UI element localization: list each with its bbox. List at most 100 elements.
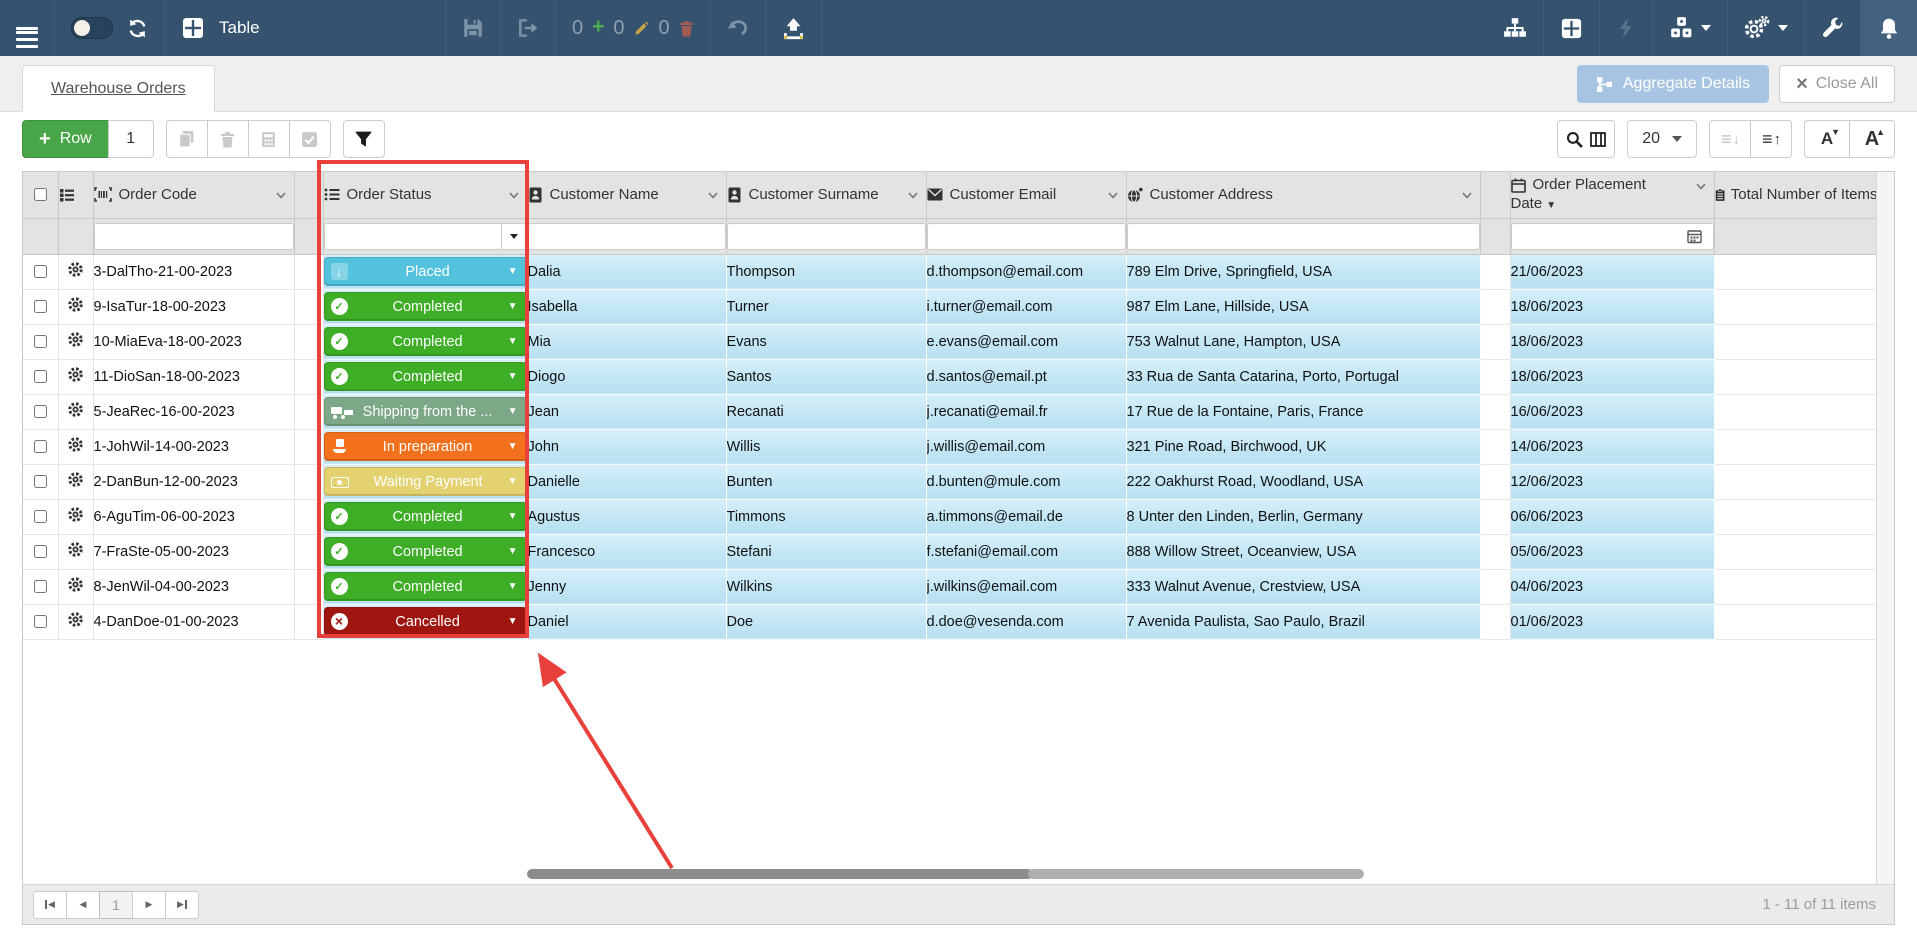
row-settings-gear-icon[interactable] — [67, 436, 84, 453]
current-page-button[interactable]: 1 — [99, 891, 133, 919]
chevron-down-icon[interactable] — [1694, 179, 1708, 193]
status-button[interactable]: Completed ▼ — [324, 537, 527, 566]
refresh-icon[interactable] — [127, 18, 148, 39]
status-button[interactable]: In preparation ▼ — [324, 432, 527, 461]
delete-rows-button[interactable] — [207, 120, 249, 158]
chevron-down-icon[interactable] — [1460, 188, 1474, 202]
chevron-down-icon[interactable] — [906, 188, 920, 202]
status-button[interactable]: Completed ▼ — [324, 502, 527, 531]
select-all-button[interactable] — [289, 120, 331, 158]
select-all-checkbox[interactable] — [34, 188, 47, 201]
filter-status-dropdown-button[interactable] — [502, 223, 527, 250]
search-columns-button[interactable] — [1557, 120, 1615, 158]
row-checkbox[interactable] — [34, 475, 47, 488]
filter-customer-surname-input[interactable] — [727, 223, 926, 250]
row-settings-gear-icon[interactable] — [67, 261, 84, 278]
column-header-total-items[interactable]: Total Number of Items — [1714, 172, 1878, 218]
wrench-icon[interactable] — [1805, 0, 1860, 56]
column-header-customer-surname[interactable]: Customer Surname — [726, 172, 926, 218]
first-page-button[interactable]: ◀ — [33, 891, 67, 919]
mode-toggle-switch[interactable] — [71, 17, 113, 39]
previous-page-button[interactable]: ◀ — [66, 891, 100, 919]
settings-gears-menu[interactable] — [1728, 0, 1804, 56]
row-settings-gear-icon[interactable] — [67, 366, 84, 383]
row-checkbox[interactable] — [34, 300, 47, 313]
export-icon[interactable] — [501, 0, 555, 56]
status-button[interactable]: Placed ▼ — [324, 257, 527, 286]
page-size-select[interactable]: 20 — [1627, 120, 1697, 158]
chevron-down-icon[interactable] — [706, 188, 720, 202]
row-settings-gear-icon[interactable] — [67, 331, 84, 348]
row-checkbox[interactable] — [34, 370, 47, 383]
order-date-cell: 05/06/2023 — [1510, 534, 1714, 569]
row-settings-gear-icon[interactable] — [67, 506, 84, 523]
status-button[interactable]: Completed ▼ — [324, 327, 527, 356]
tables-icon[interactable] — [1544, 0, 1599, 56]
row-checkbox[interactable] — [34, 545, 47, 558]
last-page-button[interactable]: ▶ — [165, 891, 199, 919]
row-settings-gear-icon[interactable] — [67, 611, 84, 628]
filter-order-status-input[interactable] — [324, 223, 503, 250]
notifications-bell-icon[interactable] — [1861, 0, 1917, 56]
lightning-icon[interactable] — [1600, 0, 1652, 56]
row-settings-gear-icon[interactable] — [67, 401, 84, 418]
filter-button[interactable] — [343, 120, 385, 158]
row-checkbox[interactable] — [34, 405, 47, 418]
column-header-customer-email[interactable]: Customer Email — [926, 172, 1126, 218]
row-settings-gear-icon[interactable] — [67, 296, 84, 313]
sort-ascending-button[interactable]: ≡↑ — [1750, 120, 1792, 158]
filter-date-input[interactable] — [1511, 223, 1714, 250]
status-button[interactable]: Waiting Payment ▼ — [324, 467, 527, 496]
close-all-button[interactable]: × Close All — [1779, 65, 1895, 103]
filter-customer-name-input[interactable] — [528, 223, 726, 250]
modules-dice-menu[interactable] — [1653, 0, 1727, 56]
table-tab[interactable]: Table — [165, 0, 445, 56]
font-larger-button[interactable]: A▲ — [1849, 120, 1895, 158]
column-header-order-placement-date[interactable]: Order Placement Date▼ — [1510, 172, 1714, 218]
row-checkbox[interactable] — [34, 510, 47, 523]
row-checkbox[interactable] — [34, 615, 47, 628]
status-button[interactable]: Shipping from the ... ▼ — [324, 397, 527, 426]
calculator-button[interactable] — [248, 120, 290, 158]
row-settings-gear-icon[interactable] — [67, 576, 84, 593]
upload-icon[interactable] — [766, 0, 821, 56]
menu-hamburger-icon[interactable] — [0, 0, 54, 56]
horizontal-scrollbar-thumb[interactable] — [527, 869, 1033, 879]
select-all-header[interactable] — [23, 172, 58, 218]
tab-warehouse-orders[interactable]: Warehouse Orders — [22, 65, 215, 112]
status-button[interactable]: Completed ▼ — [324, 362, 527, 391]
row-checkbox[interactable] — [34, 580, 47, 593]
filter-customer-email-input[interactable] — [927, 223, 1126, 250]
row-checkbox[interactable] — [34, 265, 47, 278]
add-row-count[interactable]: 1 — [108, 120, 154, 158]
filter-order-code-input[interactable] — [94, 223, 294, 250]
aggregate-details-button[interactable]: Aggregate Details — [1577, 65, 1769, 103]
status-button[interactable]: Completed ▼ — [324, 572, 527, 601]
sitemap-icon[interactable] — [1487, 0, 1543, 56]
next-page-button[interactable]: ▶ — [132, 891, 166, 919]
status-button[interactable]: Completed ▼ — [324, 292, 527, 321]
row-settings-gear-icon[interactable] — [67, 541, 84, 558]
sort-descending-button[interactable]: ≡↓ — [1709, 120, 1751, 158]
status-button[interactable]: Cancelled ▼ — [324, 607, 527, 636]
column-header-order-status[interactable]: Order Status — [323, 172, 527, 218]
add-row-button[interactable]: + Row — [22, 120, 109, 158]
customer-surname-cell: Stefani — [726, 534, 926, 569]
column-header-customer-address[interactable]: Customer Address — [1126, 172, 1480, 218]
horizontal-scrollbar-thumb-secondary[interactable] — [1028, 869, 1364, 879]
undo-icon[interactable] — [711, 0, 765, 56]
row-checkbox[interactable] — [34, 335, 47, 348]
filter-customer-address-input[interactable] — [1127, 223, 1480, 250]
row-settings-gear-icon[interactable] — [67, 471, 84, 488]
font-smaller-button[interactable]: A▼ — [1804, 120, 1850, 158]
vertical-scrollbar-track[interactable] — [1876, 172, 1894, 884]
column-header-customer-name[interactable]: Customer Name — [527, 172, 726, 218]
row-checkbox[interactable] — [34, 440, 47, 453]
chevron-down-icon[interactable] — [274, 188, 288, 202]
calendar-picker-icon[interactable] — [1687, 229, 1702, 244]
chevron-down-icon[interactable] — [507, 188, 521, 202]
save-icon[interactable] — [446, 0, 500, 56]
copy-rows-button[interactable] — [166, 120, 208, 158]
column-header-order-code[interactable]: Order Code — [93, 172, 294, 218]
chevron-down-icon[interactable] — [1106, 188, 1120, 202]
